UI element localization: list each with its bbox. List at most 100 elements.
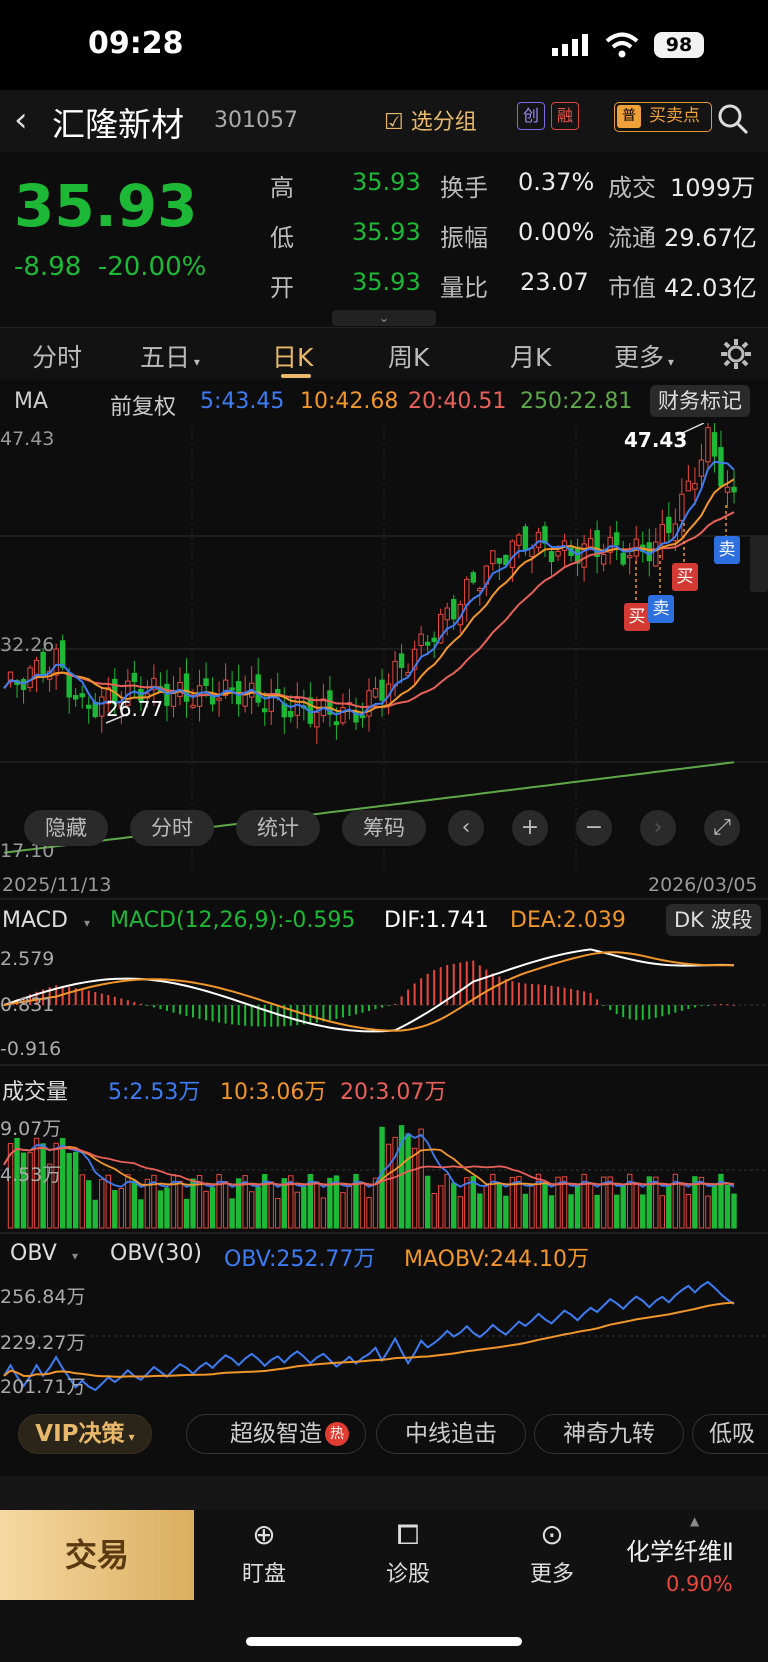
candle [659, 524, 666, 545]
macd-bar [94, 992, 97, 1005]
candle [424, 641, 431, 646]
fullscreen-icon[interactable]: ⤢ [704, 810, 740, 846]
obv-chart[interactable] [0, 1272, 768, 1396]
macd-bar [165, 1005, 168, 1011]
ma-selector[interactable]: MA [14, 389, 48, 414]
sell-signal-2[interactable]: 卖 [714, 536, 740, 564]
buy-signal-1[interactable]: 买 [624, 603, 650, 631]
adjust-mode[interactable]: 前复权 [110, 389, 176, 421]
macd-bar [615, 1005, 618, 1015]
pu-badge: 普 [617, 105, 641, 128]
tab-monthly-k[interactable]: 月K [510, 338, 551, 374]
zoom-in-icon[interactable]: + [512, 810, 548, 846]
macd-bar [68, 987, 71, 1005]
tab-intraday[interactable]: 分时 [32, 338, 82, 374]
volume-selector[interactable]: 成交量 [2, 1074, 68, 1106]
macd-bar [146, 1005, 149, 1006]
volume-bar [411, 1147, 418, 1229]
chevron-down-icon: ▾ [72, 1249, 79, 1263]
chart-scroll-handle[interactable] [750, 536, 768, 592]
tab-five-day[interactable]: 五日 ▾ [140, 338, 200, 374]
candle [431, 637, 437, 643]
back-icon[interactable]: ‹ [14, 100, 28, 140]
financial-mark-button[interactable]: 财务标记 [650, 385, 750, 417]
candle [496, 557, 503, 564]
volume-bar [92, 1199, 98, 1229]
min-price-mark: 26.77 [106, 697, 164, 721]
macd-bar [341, 1005, 344, 1018]
obv-bottom-label: 201.71万 [0, 1376, 86, 1398]
hide-button[interactable]: 隐藏 [24, 810, 108, 846]
chip-magic-nine[interactable]: 神奇九转 [534, 1414, 684, 1454]
chip-super-manufacturing[interactable]: 超级智造 热 [186, 1414, 366, 1454]
macd-bar [700, 1005, 703, 1007]
volratio-value: 23.07 [520, 268, 589, 296]
volume-chart[interactable] [0, 1106, 768, 1230]
amplitude-label: 振幅 [440, 224, 488, 252]
macd-chart[interactable] [0, 940, 768, 1060]
volume-bar [164, 1187, 170, 1229]
open-label: 开 [270, 274, 294, 302]
volume-bar [529, 1184, 535, 1229]
tab-more[interactable]: 更多 ▾ [614, 338, 674, 374]
ma5-value: 5:43.45 [200, 389, 285, 414]
dk-band-button[interactable]: DK 波段 [666, 904, 761, 936]
buy-signal-2[interactable]: 买 [672, 563, 698, 591]
macd-bar [407, 989, 410, 1005]
statistics-button[interactable]: 统计 [236, 810, 320, 846]
macd-bar [328, 1005, 331, 1021]
macd-bar [107, 995, 110, 1005]
sell-signal-1[interactable]: 卖 [648, 595, 674, 623]
trade-button[interactable]: 交易 [0, 1510, 194, 1600]
chip-midline-chase[interactable]: 中线追击 [376, 1414, 526, 1454]
expand-chevron-icon[interactable]: ⌄ [332, 310, 436, 326]
watch-button[interactable]: ⊕ 盯盘 [204, 1518, 324, 1588]
kline-chart[interactable] [0, 423, 768, 873]
candle [718, 447, 724, 487]
candle [262, 708, 268, 713]
macd-bar [641, 1005, 644, 1021]
scroll-right-icon[interactable]: › [640, 810, 676, 846]
more-button[interactable]: ⊙ 更多 [492, 1518, 612, 1588]
macd-bar [504, 979, 507, 1005]
candle [392, 660, 398, 687]
chip-low-buy[interactable]: 低吸 [692, 1414, 768, 1454]
volume-bar [86, 1180, 92, 1229]
tab-daily-k[interactable]: 日K [272, 338, 313, 374]
volume-bar [177, 1180, 183, 1229]
high-label: 高 [270, 174, 294, 202]
search-icon[interactable] [717, 103, 749, 135]
buysell-point-button[interactable]: 普买卖点 [614, 102, 712, 132]
select-group-button[interactable]: ☑ 选分组 [384, 104, 477, 136]
macd-bar [706, 1005, 709, 1006]
volume-bar [640, 1194, 646, 1229]
tab-weekly-k[interactable]: 周K [388, 338, 429, 374]
sector-name[interactable]: 化学纤维Ⅱ [626, 1532, 734, 1567]
ma-legend: MA 前复权 5:43.45 10:42.68 20:40.51 250:22.… [0, 383, 768, 423]
vip-decision-button[interactable]: VIP决策 ▾ [18, 1414, 152, 1454]
candle [255, 674, 261, 703]
macd-bar [113, 996, 116, 1005]
vol-ma10: 10:3.06万 [220, 1080, 327, 1105]
volume-bar [711, 1183, 718, 1229]
macd-bar [719, 1004, 722, 1006]
home-indicator [246, 1637, 522, 1646]
macd-bar [622, 1005, 625, 1018]
candle [340, 707, 346, 724]
candle [555, 550, 561, 557]
vip-strategy-bar: VIP决策 ▾ 超级智造 热 中线追击 神奇九转 低吸 [0, 1400, 768, 1466]
scroll-left-icon[interactable]: ‹ [448, 810, 484, 846]
float-label: 流通 [608, 224, 656, 252]
obv-selector[interactable]: OBV [10, 1241, 57, 1266]
macd-selector[interactable]: MACD [2, 908, 68, 933]
diagnose-button[interactable]: ⧠ 诊股 [348, 1518, 468, 1588]
amount-label: 成交 [608, 174, 656, 202]
macd-bar [524, 983, 527, 1005]
zoom-out-icon[interactable]: − [576, 810, 612, 846]
volume-bar [483, 1184, 490, 1229]
volume-bar [229, 1198, 235, 1229]
intraday-button[interactable]: 分时 [130, 810, 214, 846]
macd-bar [237, 1005, 240, 1026]
chips-button[interactable]: 筹码 [342, 810, 426, 846]
settings-gear-icon[interactable] [720, 338, 752, 370]
